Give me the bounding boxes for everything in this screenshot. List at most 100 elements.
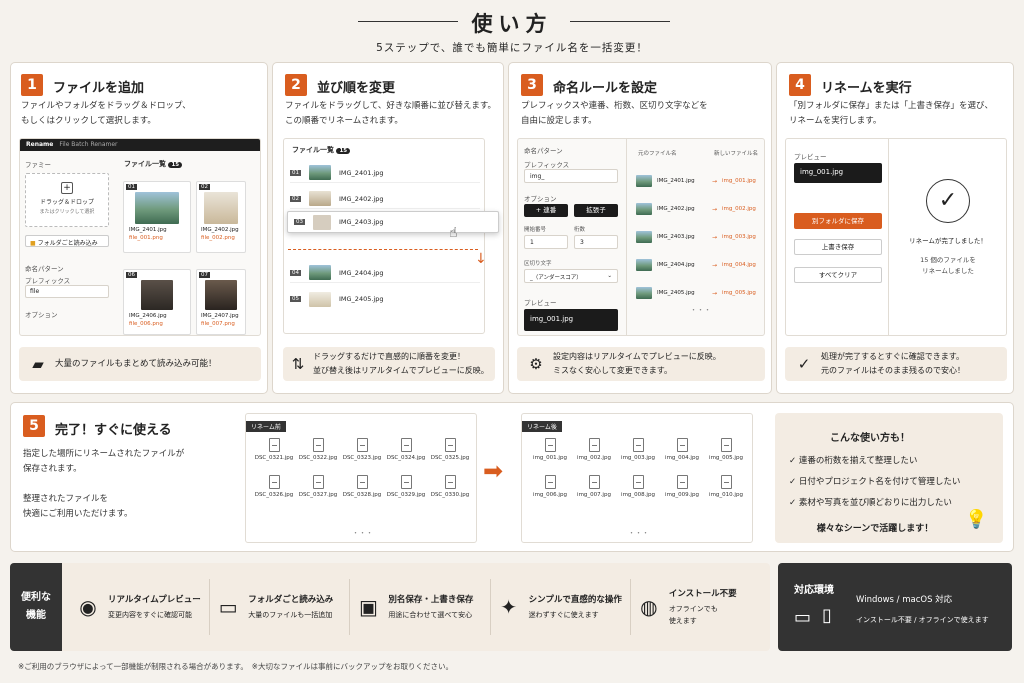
file-icon bbox=[720, 438, 732, 452]
list-item: ✓ 連番の桁数を揃えて整理したい bbox=[789, 456, 918, 466]
plus-icon: + bbox=[61, 182, 73, 194]
folder-load-button[interactable]: ■ フォルダごと読み込み bbox=[25, 235, 109, 247]
file-icon bbox=[676, 438, 688, 452]
step5-card: 5 完了！すぐに使える 指定した場所にリネームされたファイルが 保存されます。 整理… bbox=[10, 402, 1014, 552]
file-item: img_001.jpg bbox=[528, 438, 572, 461]
plant-thumbnail bbox=[204, 192, 238, 224]
file-icon bbox=[268, 438, 280, 452]
step1-card: 1 ファイルを追加 ファイルやフォルダをドラッグ＆ドロップ、 もしくはクリックして… bbox=[10, 62, 268, 394]
step-number: 5 bbox=[23, 415, 45, 437]
file-icon bbox=[632, 438, 644, 452]
separator-select[interactable]: _（アンダースコア） ⌄ bbox=[524, 269, 618, 283]
file-item: img_007.jpg bbox=[572, 475, 616, 498]
file-card[interactable]: 02 IMG_2402.jpg file_002.png bbox=[196, 181, 246, 253]
file-icon bbox=[444, 475, 456, 489]
globe-icon: ◍ bbox=[640, 595, 658, 619]
list-item[interactable]: 05 IMG_2405.jpg bbox=[290, 289, 480, 309]
file-item: DSC_0323.jpg bbox=[340, 438, 384, 461]
step-desc: 指定した場所にリネームされたファイルが 保存されます。 整理されたファイルを 快適にご… bbox=[23, 449, 185, 519]
file-item: DSC_0328.jpg bbox=[340, 475, 384, 498]
step-number: 4 bbox=[789, 74, 811, 96]
list-item[interactable]: 04 IMG_2404.jpg bbox=[290, 263, 480, 283]
use-cases-panel: こんな使い方も！ ✓ 連番の桁数を揃えて整理したい ✓ 日付やプロジェクト名を付… bbox=[775, 413, 1003, 543]
file-item: DSC_0329.jpg bbox=[384, 475, 428, 498]
prefix-input[interactable]: file bbox=[25, 285, 109, 298]
prefix-input[interactable]: img_ bbox=[524, 169, 618, 183]
arrow-right-icon: → bbox=[712, 261, 718, 269]
step2-card: 2 並び順を変更 ファイルをドラッグして、好きな順番に並び替えます。 この順番でリ… bbox=[272, 62, 504, 394]
step-number: 3 bbox=[521, 74, 543, 96]
step-title: ファイルを追加 bbox=[53, 81, 145, 96]
environment-panel: 対応環境 ▭ ▯ Windows / macOS 対応 インストール不要 / オ… bbox=[778, 563, 1012, 651]
image-thumbnail bbox=[135, 192, 179, 224]
arrow-down-icon: ↓ bbox=[475, 251, 487, 267]
start-number-input[interactable]: 1 bbox=[524, 235, 568, 249]
step-desc: ファイルやフォルダをドラッグ＆ドロップ、 もしくはクリックして選択します。 bbox=[21, 101, 191, 126]
feature-item: ◉ リアルタイムプレビュー 変更内容をすぐに確認可能 bbox=[70, 579, 209, 635]
digits-input[interactable]: 3 bbox=[574, 235, 618, 249]
execute-mock: プレビュー img_001.jpg 別フォルダに保存 上書き保存 すべてクリア … bbox=[785, 138, 1007, 336]
step-title: リネームを実行 bbox=[821, 81, 912, 96]
save-other-folder-button[interactable]: 別フォルダに保存 bbox=[794, 213, 882, 229]
feature-item: ▣ 別名保存・上書き保存 用途に合わせて選べて安心 bbox=[349, 579, 489, 635]
file-item: DSC_0325.jpg bbox=[428, 438, 472, 461]
arrow-right-icon: ➡ bbox=[483, 457, 504, 485]
check-circle-icon: ✓ bbox=[789, 456, 797, 466]
file-item: img_005.jpg bbox=[704, 438, 748, 461]
feature-item: ▭ フォルダごと読み込み 大量のファイルも一括追加 bbox=[209, 579, 349, 635]
folder-icon: ▰ bbox=[32, 355, 44, 373]
file-item: img_006.jpg bbox=[528, 475, 572, 498]
arrow-right-icon: → bbox=[712, 205, 718, 213]
file-list-label: ファイル一覧 15 bbox=[124, 159, 183, 169]
check-circle-icon: ✓ bbox=[797, 355, 811, 373]
check-circle-icon: ✓ bbox=[789, 498, 797, 508]
preview-box: img_001.jpg bbox=[794, 163, 882, 183]
features-bar: 便利な 機能 ◉ リアルタイムプレビュー 変更内容をすぐに確認可能 ▭ フォルダご… bbox=[10, 563, 770, 651]
file-card[interactable]: 01 IMG_2401.jpg file_001.png bbox=[123, 181, 191, 253]
light-bulb-icon: 💡 bbox=[965, 509, 988, 530]
file-item: img_010.jpg bbox=[704, 475, 748, 498]
step3-card: 3 命名ルールを設定 プレフィックスや連番、桁数、区切り文字などを 自由に設定しま… bbox=[508, 62, 772, 394]
file-card[interactable]: 06 IMG_2406.jpg file_006.png bbox=[123, 269, 191, 335]
step-number: 1 bbox=[21, 74, 43, 96]
file-icon bbox=[400, 475, 412, 489]
file-item: DSC_0321.jpg bbox=[252, 438, 296, 461]
portrait-thumbnail bbox=[141, 280, 173, 310]
step3-tip: ⚙ 設定内容はリアルタイムでプレビューに反映。 ミスなく安心して変更できます。 bbox=[517, 347, 765, 381]
dragging-item[interactable]: 03 IMG_2403.jpg bbox=[287, 211, 499, 233]
overwrite-button[interactable]: 上書き保存 bbox=[794, 239, 882, 255]
step4-card: 4 リネームを実行 「別フォルダに保存」または「上書き保存」を選び、 リネームを実… bbox=[776, 62, 1014, 394]
drop-zone[interactable]: + ドラッグ＆ドロップ またはクリックして選択 bbox=[25, 173, 109, 227]
file-item: img_008.jpg bbox=[616, 475, 660, 498]
file-card[interactable]: 07 IMG_2407.jpg file_007.png bbox=[196, 269, 246, 335]
drop-indicator bbox=[288, 249, 478, 250]
file-item: img_003.jpg bbox=[616, 438, 660, 461]
file-icon bbox=[400, 438, 412, 452]
mobile-icon: ▯ bbox=[822, 605, 832, 626]
file-icon bbox=[632, 475, 644, 489]
step-desc: ファイルをドラッグして、好きな順番に並び替えます。 この順番でリネームされます。 bbox=[285, 101, 496, 126]
file-icon bbox=[588, 438, 600, 452]
chevron-down-icon: ⌄ bbox=[607, 273, 612, 279]
page-subtitle: 5ステップで、誰でも簡単にファイル名を一括変更！ bbox=[376, 42, 648, 54]
file-item: DSC_0327.jpg bbox=[296, 475, 340, 498]
app-titlebar: Rename File Batch Renamer bbox=[20, 139, 260, 151]
file-icon bbox=[544, 438, 556, 452]
folder-icon: ▭ bbox=[218, 595, 238, 619]
feature-item: ✦ シンプルで直感的な操作 迷わずすぐに使えます bbox=[489, 579, 630, 635]
step-title: 命名ルールを設定 bbox=[553, 81, 658, 96]
extension-button[interactable]: 拡張子 bbox=[574, 204, 618, 217]
table-row: IMG_2401.jpg → img_001.jpg bbox=[636, 171, 760, 191]
file-item: DSC_0330.jpg bbox=[428, 475, 472, 498]
check-circle-icon: ✓ bbox=[789, 477, 797, 487]
table-row: IMG_2403.jpg → img_003.jpg bbox=[636, 227, 760, 247]
list-item[interactable]: 01 IMG_2401.jpg bbox=[290, 163, 480, 183]
add-sequence-button[interactable]: + 連番 bbox=[524, 204, 568, 217]
after-files-panel: リネーム後 img_001.jpg img_002.jpg img_003.jp… bbox=[521, 413, 753, 543]
list-item: ✓ 日付やプロジェクト名を付けて管理したい bbox=[789, 477, 961, 487]
clear-all-button[interactable]: すべてクリア bbox=[794, 267, 882, 283]
step2-tip: ⇅ ドラッグするだけで直感的に順番を変更！ 並び替え後はリアルタイムでプレビューに反… bbox=[283, 347, 495, 381]
list-item[interactable]: 02 IMG_2402.jpg bbox=[290, 189, 480, 209]
table-row: IMG_2404.jpg → img_004.jpg bbox=[636, 255, 760, 275]
file-icon bbox=[444, 438, 456, 452]
